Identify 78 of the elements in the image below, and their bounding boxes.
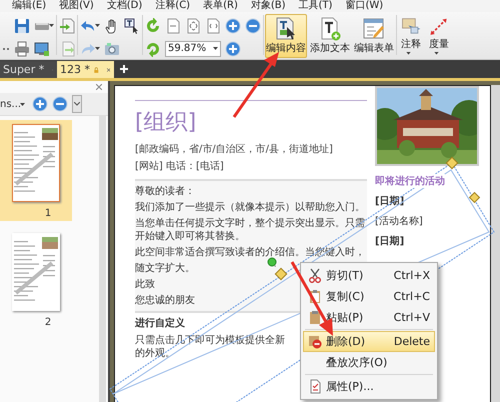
save-icon[interactable] — [14, 18, 30, 34]
properties-icon — [308, 378, 322, 394]
resize-handle[interactable] — [446, 156, 458, 170]
caret-icon[interactable] — [20, 102, 26, 106]
options-button[interactable] — [72, 95, 82, 113]
rotate-icon[interactable] — [145, 18, 161, 34]
zoom-field[interactable]: 59.87% — [165, 40, 221, 56]
event-text: [日期] — [375, 234, 404, 248]
resize-handle[interactable] — [468, 192, 480, 204]
form-edit-icon — [362, 17, 386, 41]
menu-item[interactable]: 表单(R) — [203, 0, 238, 12]
zoom-out-icon[interactable] — [52, 96, 68, 112]
delete-icon — [308, 334, 322, 350]
document-tab[interactable]: Super * — [0, 61, 57, 78]
letter-paragraph: 随文字扩大。 — [135, 262, 195, 275]
page-thumbnail-item[interactable]: 2 — [0, 229, 72, 330]
monitor-icon[interactable] — [34, 40, 50, 56]
menu-item[interactable]: 叠放次序(O) — [303, 352, 435, 373]
zoom-value: 59.87% — [168, 43, 208, 54]
menu-item[interactable]: 对象(B) — [250, 0, 286, 12]
document-tab[interactable]: 123 * — [57, 61, 114, 78]
menu-item[interactable]: 属性(P)... — [303, 376, 435, 397]
events-heading: 即将进行的活动 — [375, 174, 445, 188]
zoom-in-icon[interactable] — [225, 40, 241, 56]
lock-icon — [94, 64, 99, 74]
scrollbar[interactable] — [99, 116, 106, 402]
add-tab-icon[interactable] — [120, 65, 128, 73]
page-fit-icon[interactable] — [205, 18, 221, 34]
camera-icon[interactable] — [104, 40, 120, 56]
close-icon[interactable] — [96, 84, 102, 90]
letter-paragraph: 此致 — [135, 278, 155, 291]
letter-paragraph: 您忠诚的朋友 — [135, 294, 195, 307]
paste-icon — [308, 310, 322, 326]
contact-text: [网站] 电话：[电话] — [135, 160, 225, 173]
address-text: [邮政编码，省/市/自治区，市/县，街道地址] — [135, 143, 334, 156]
menu-item[interactable]: 工具(T) — [298, 0, 332, 12]
caret-icon[interactable] — [49, 24, 54, 27]
page-number: 1 — [44, 208, 52, 219]
toolbar-button[interactable]: 度量 — [426, 14, 452, 58]
edit-content-icon — [274, 17, 298, 41]
menu-item[interactable]: 剪切(T) Ctrl+X — [303, 265, 435, 286]
close-icon[interactable] — [106, 66, 110, 72]
page-arrow-icon[interactable] — [59, 18, 75, 34]
caret-icon[interactable] — [213, 47, 218, 50]
page-number: 2 — [44, 317, 52, 328]
page-thumbnail-item[interactable]: 1 — [0, 120, 72, 221]
print-icon[interactable] — [14, 40, 30, 56]
rotate-handle[interactable] — [268, 258, 276, 268]
cut-icon — [308, 268, 322, 284]
zoom-in-icon[interactable] — [32, 96, 48, 112]
section-heading: 进行自定义 — [135, 317, 185, 330]
toolbar-button[interactable]: 编辑内容 — [265, 14, 307, 58]
menu-item[interactable]: 视图(V) — [59, 0, 94, 12]
arrow — [232, 52, 279, 118]
caret-icon[interactable] — [95, 47, 100, 50]
scrollbar[interactable] — [491, 85, 500, 402]
resize-handle[interactable] — [274, 268, 288, 280]
text-select-icon[interactable] — [124, 18, 140, 34]
page-fit-icon[interactable] — [165, 18, 181, 34]
toolbar-button[interactable]: 添加文本 — [309, 14, 351, 58]
menu-item[interactable]: 删除(D) Delete — [303, 331, 435, 352]
tab-label: 123 * — [60, 63, 90, 76]
caret-icon[interactable] — [95, 24, 100, 27]
menu-item[interactable]: 编辑(E) — [12, 0, 46, 12]
letter-paragraph: 我们添加了一些提示（就像本提示）以帮助您入门。 — [135, 201, 365, 214]
toolbar-button[interactable]: 编辑表单 — [353, 14, 395, 58]
zoom-in-icon[interactable] — [225, 18, 241, 34]
menu-item[interactable]: 复制(C) Ctrl+C — [303, 286, 435, 307]
rotate-icon[interactable] — [145, 40, 161, 56]
zoom-out-icon[interactable] — [245, 18, 261, 34]
letter-paragraph: 尊敬的读者： — [135, 185, 195, 198]
document-heading: [组织] — [135, 109, 198, 137]
page-fit-icon[interactable] — [185, 18, 201, 34]
tab-label: Super * — [3, 63, 44, 76]
toolbar-button[interactable]: 注释 — [398, 14, 424, 58]
event-text: [活动名称] — [375, 215, 423, 228]
chevron-icon — [74, 102, 80, 106]
view-dropdown[interactable]: ns... — [0, 96, 28, 112]
